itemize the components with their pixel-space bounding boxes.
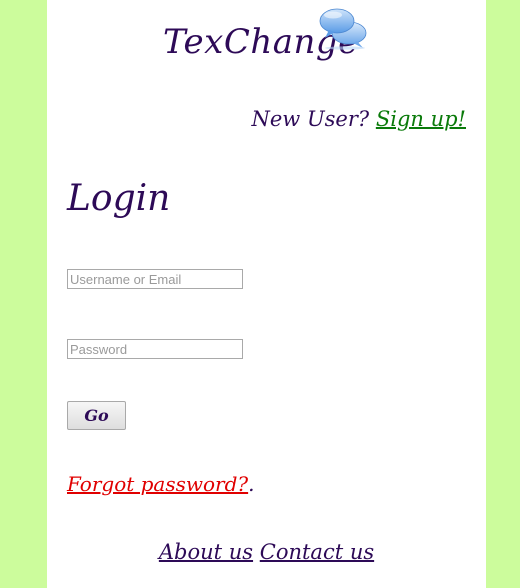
- content-panel: TexChange New User? Sign up! Login Usern…: [47, 0, 486, 588]
- forgot-password-line: Forgot password?.: [67, 472, 254, 496]
- about-us-link[interactable]: About us: [159, 540, 253, 564]
- site-logo[interactable]: TexChange: [163, 8, 367, 64]
- go-button[interactable]: Go: [67, 401, 126, 430]
- password-input[interactable]: [67, 339, 243, 359]
- forgot-password-trailing: .: [248, 472, 255, 496]
- footer-links: About us Contact us: [47, 540, 486, 564]
- signup-prompt-text: New User?: [251, 107, 370, 131]
- speech-bubbles-icon: [319, 8, 367, 50]
- contact-us-link[interactable]: Contact us: [260, 540, 374, 564]
- login-heading: Login: [67, 178, 171, 219]
- username-input[interactable]: [67, 269, 243, 289]
- forgot-password-link[interactable]: Forgot password?: [67, 472, 248, 496]
- signup-prompt: New User? Sign up!: [252, 107, 467, 131]
- signup-link[interactable]: Sign up!: [376, 107, 466, 131]
